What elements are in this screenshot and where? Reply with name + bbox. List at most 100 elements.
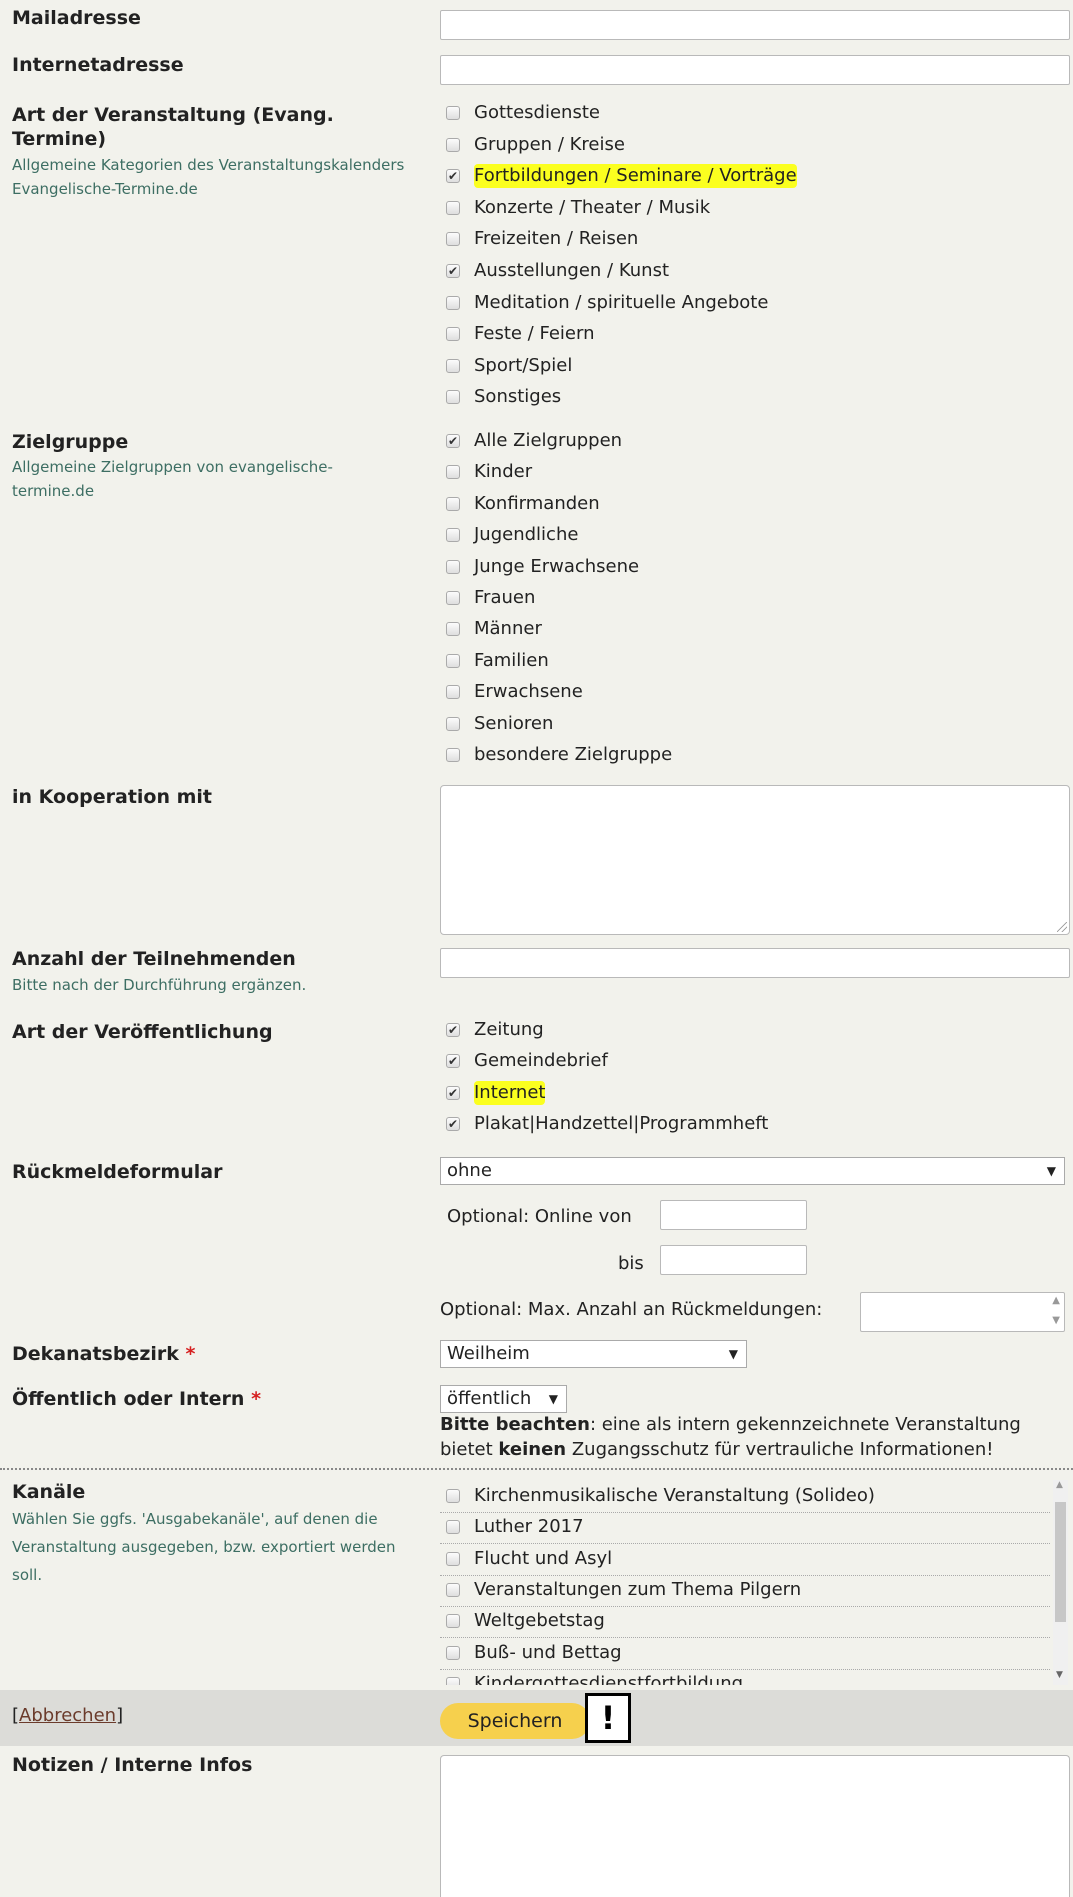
checkbox[interactable] <box>446 295 460 310</box>
feedback-form-select[interactable]: ohne ▼ <box>440 1157 1065 1185</box>
checkbox[interactable] <box>446 716 460 731</box>
scrollbar-thumb[interactable] <box>1055 1502 1066 1622</box>
event-type-label: Art der Veranstaltung (Evang. Termine) <box>12 104 334 150</box>
checkbox-label[interactable]: Alle Zielgruppen <box>474 429 622 453</box>
checkbox-label[interactable]: Junge Erwachsene <box>474 555 639 579</box>
checkbox-label[interactable]: Jugendliche <box>474 523 578 547</box>
required-marker: * <box>251 1388 262 1410</box>
checkbox-label[interactable]: Gottesdienste <box>474 101 600 125</box>
resize-grip-icon[interactable] <box>1057 922 1067 932</box>
checkbox[interactable] <box>446 327 460 342</box>
bracket: ] <box>116 1705 124 1726</box>
checkbox-label[interactable]: Senioren <box>474 712 553 736</box>
online-until-label: bis <box>618 1253 644 1274</box>
dropdown-arrow-icon: ▼ <box>548 1392 558 1406</box>
checkbox[interactable] <box>446 748 460 762</box>
checkbox[interactable] <box>446 496 460 511</box>
action-bar: [Abbrechen] Speichern ! <box>0 1690 1073 1746</box>
scroll-up-icon[interactable]: ▲ <box>1056 1480 1063 1490</box>
save-button[interactable]: Speichern <box>440 1703 590 1739</box>
checkbox-label[interactable]: Frauen <box>474 586 535 610</box>
checkbox-label[interactable]: Gemeindebrief <box>474 1049 608 1073</box>
notes-label: Notizen / Interne Infos <box>12 1754 253 1776</box>
scroll-down-icon[interactable]: ▼ <box>1056 1670 1063 1680</box>
checkbox-label[interactable]: Flucht und Asyl <box>474 1547 612 1571</box>
checkbox[interactable] <box>446 1489 460 1503</box>
checkbox[interactable] <box>446 1614 460 1629</box>
spinner-down-icon[interactable]: ▼ <box>1052 1315 1060 1326</box>
warning-marker: ! <box>585 1693 631 1743</box>
checkbox[interactable] <box>446 591 460 605</box>
checkbox-label[interactable]: Internet <box>474 1080 546 1105</box>
checkbox[interactable] <box>446 137 460 152</box>
checkbox[interactable] <box>446 106 460 120</box>
checkbox[interactable] <box>446 465 460 480</box>
checkbox-label[interactable]: Kinder <box>474 460 532 484</box>
notes-textarea[interactable] <box>440 1755 1070 1897</box>
spinner-up-icon[interactable]: ▲ <box>1052 1295 1060 1306</box>
online-from-field[interactable] <box>660 1200 807 1230</box>
checkbox[interactable]: ✔ <box>446 434 460 448</box>
online-until-field[interactable] <box>660 1245 807 1275</box>
email-field[interactable] <box>440 10 1070 40</box>
checkbox-label[interactable]: besondere Zielgruppe <box>474 743 672 767</box>
checkbox-label[interactable]: Feste / Feiern <box>474 322 594 346</box>
website-field[interactable] <box>440 55 1070 85</box>
checkbox-label[interactable]: Luther 2017 <box>474 1515 584 1539</box>
checkbox[interactable] <box>446 685 460 700</box>
checkbox[interactable] <box>446 622 460 637</box>
note-emphasis: Bitte beachten <box>440 1414 590 1435</box>
checkbox[interactable] <box>446 653 460 668</box>
checkbox[interactable] <box>446 1676 460 1685</box>
checkbox-label[interactable]: Meditation / spirituelle Angebote <box>474 291 768 315</box>
checkbox-label[interactable]: Gruppen / Kreise <box>474 133 625 157</box>
visibility-select[interactable]: öffentlich ▼ <box>440 1385 567 1413</box>
checkbox-label[interactable]: Ausstellungen / Kunst <box>474 259 669 283</box>
checkbox[interactable] <box>446 1645 460 1660</box>
checkbox-label[interactable]: Männer <box>474 617 542 641</box>
checkbox[interactable]: ✔ <box>446 1116 460 1131</box>
event-type-help: Allgemeine Kategorien des Veranstaltungs… <box>12 156 405 198</box>
checkbox-label[interactable]: Kirchenmusikalische Veranstaltung (Solid… <box>474 1484 875 1508</box>
checkbox-label[interactable]: Kindergottesdienstfortbildung <box>474 1672 743 1685</box>
checkbox[interactable] <box>446 390 460 405</box>
checkbox-label[interactable]: Buß- und Bettag <box>474 1641 622 1665</box>
checkbox-label[interactable]: Konzerte / Theater / Musik <box>474 196 710 220</box>
checkbox-label[interactable]: Sport/Spiel <box>474 354 572 378</box>
channels-scrollbar[interactable]: ▲ ▼ <box>1053 1480 1068 1685</box>
checkbox-label[interactable]: Familien <box>474 649 549 673</box>
deanery-label-text: Dekanatsbezirk <box>12 1343 179 1365</box>
checkbox[interactable] <box>446 1520 460 1535</box>
checkbox-label[interactable]: Konfirmanden <box>474 492 600 516</box>
checkbox[interactable]: ✔ <box>446 1085 460 1100</box>
cancel-link[interactable]: Abbrechen <box>19 1705 116 1726</box>
channels-list[interactable]: Kirchenmusikalische Veranstaltung (Solid… <box>440 1480 1070 1685</box>
participants-field[interactable] <box>440 948 1070 978</box>
checkbox[interactable] <box>446 528 460 543</box>
dropdown-arrow-icon: ▼ <box>728 1347 738 1361</box>
checkbox-label[interactable]: Plakat|Handzettel|Programmheft <box>474 1112 768 1136</box>
checkbox[interactable] <box>446 1551 460 1566</box>
checkbox-label[interactable]: Sonstiges <box>474 385 561 409</box>
checkbox-label[interactable]: Weltgebetstag <box>474 1609 605 1633</box>
checkbox-label[interactable]: Zeitung <box>474 1018 544 1042</box>
checkbox[interactable] <box>446 232 460 247</box>
checkmark-icon: ✔ <box>447 1116 459 1131</box>
checkbox[interactable]: ✔ <box>446 1054 460 1069</box>
checkbox[interactable] <box>446 358 460 373</box>
checkbox-label[interactable]: Freizeiten / Reisen <box>474 227 638 251</box>
checkbox-label[interactable]: Veranstaltungen zum Thema Pilgern <box>474 1578 801 1602</box>
max-responses-field[interactable]: ▲ ▼ <box>860 1292 1065 1332</box>
checkbox[interactable]: ✔ <box>446 169 460 184</box>
checkbox[interactable] <box>446 559 460 574</box>
checkbox[interactable] <box>446 1582 460 1597</box>
checkbox-label[interactable]: Erwachsene <box>474 680 583 704</box>
checkbox-label[interactable]: Fortbildungen / Seminare / Vorträge <box>474 164 797 189</box>
checkbox[interactable] <box>446 200 460 215</box>
checkbox[interactable]: ✔ <box>446 264 460 278</box>
checkbox[interactable]: ✔ <box>446 1023 460 1037</box>
deanery-select[interactable]: Weilheim ▼ <box>440 1340 747 1368</box>
checkmark-icon: ✔ <box>447 169 459 184</box>
cooperation-textarea[interactable] <box>440 785 1070 935</box>
required-marker: * <box>185 1343 196 1365</box>
